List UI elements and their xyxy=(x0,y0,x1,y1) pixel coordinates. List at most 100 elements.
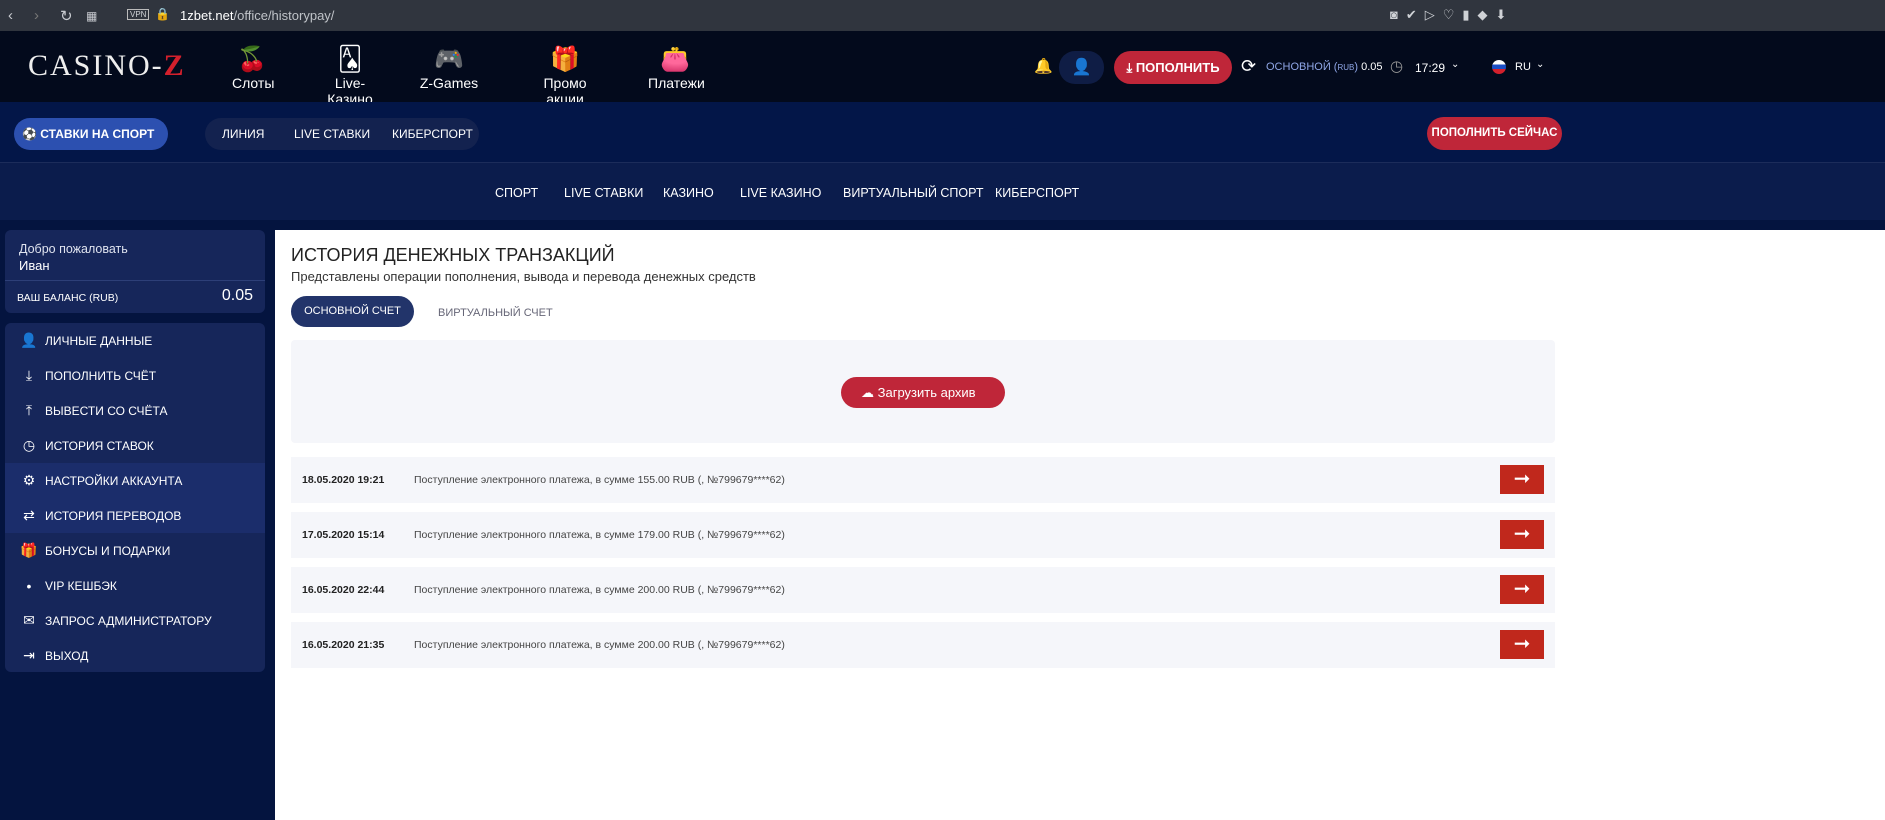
sidebar-item-label: ИСТОРИЯ СТАВОК xyxy=(45,438,154,453)
account-menu: 👤 ЛИЧНЫЕ ДАННЫЕ ⤓ ПОПОЛНИТЬ СЧЁТ ⤒ ВЫВЕСТИ СО… xyxy=(5,323,265,672)
nav-slots[interactable]: 🍒 Слоты xyxy=(232,45,274,91)
secondary-nav: СПОРТ LIVE СТАВКИ КАЗИНО LIVE КАЗИНО ВИР… xyxy=(0,163,1885,220)
sidebar-item[interactable]: ⤒ ВЫВЕСТИ СО СЧЁТА xyxy=(5,393,265,428)
nav-live-casino[interactable]: LIVE КАЗИНО xyxy=(740,186,821,200)
nav-casino[interactable]: КАЗИНО xyxy=(663,186,714,200)
url-domain: 1zbet.net xyxy=(180,8,234,23)
back-icon[interactable]: ‹ xyxy=(8,7,13,24)
sport-tabs: ЛИНИЯ LIVE СТАВКИ КИБЕРСПОРТ xyxy=(205,118,479,150)
nav-live-bets[interactable]: LIVE СТАВКИ xyxy=(564,186,643,200)
sidebar-item[interactable]: ✉ ЗАПРОС АДМИНИСТРАТОРУ xyxy=(5,603,265,638)
transaction-description: Поступление электронного платежа, в сумм… xyxy=(414,529,785,541)
sidebar-item[interactable]: • VIP КЕШБЭК xyxy=(5,568,265,603)
welcome-card: Добро пожаловать Иван ВАШ БАЛАНС (RUB) 0… xyxy=(5,230,265,313)
nav-payments[interactable]: 👛 Платежи xyxy=(648,45,705,91)
cherry-icon: 🍒 xyxy=(237,46,267,73)
vpn-badge[interactable]: VPN xyxy=(127,9,150,20)
bell-icon[interactable]: 🔔 xyxy=(1034,57,1053,75)
paren: ) xyxy=(1354,61,1359,73)
sidebar-item-label: ВЫВЕСТИ СО СЧЁТА xyxy=(45,403,168,418)
sidebar-item-label: ПОПОЛНИТЬ СЧЁТ xyxy=(45,368,157,383)
nav-virtual-sport[interactable]: ВИРТУАЛЬНЫЙ СПОРТ xyxy=(843,186,984,200)
transaction-row: 16.05.2020 21:35 Поступление электронного… xyxy=(291,622,1555,668)
gamepad-icon: 🎮 xyxy=(434,46,464,73)
russia-flag-icon[interactable] xyxy=(1492,60,1506,74)
tab-live-bets[interactable]: LIVE СТАВКИ xyxy=(294,118,370,150)
arrow-right-icon: ➞ xyxy=(1513,578,1531,600)
nav-esports[interactable]: КИБЕРСПОРТ xyxy=(995,186,1079,200)
menu-icon: ⇄ xyxy=(23,507,35,523)
sidebar-item-label: НАСТРОЙКИ АККАУНТА xyxy=(45,473,183,488)
user-name: Иван xyxy=(19,258,50,273)
extension-icons[interactable]: ◙✔▷♡▮◆⬇ xyxy=(1390,7,1514,23)
balance-value: 0.05 xyxy=(221,287,253,304)
menu-icon: ⇥ xyxy=(23,647,35,663)
transaction-row: 17.05.2020 15:14 Поступление электронного… xyxy=(291,512,1555,558)
currency: RUB xyxy=(1337,63,1355,72)
user-icon: 👤 xyxy=(1071,59,1092,76)
nav-sport[interactable]: СПОРТ xyxy=(495,186,538,200)
account-balance[interactable]: ОСНОВНОЙ (RUB) 0.05 xyxy=(1266,61,1383,73)
browser-toolbar: ‹ › ↻ ▦ VPN 🔒 1zbet.net/office/historypa… xyxy=(0,0,1885,31)
tab-main-account[interactable]: ОСНОВНОЙ СЧЕТ xyxy=(291,296,414,327)
menu-icon: • xyxy=(26,577,32,594)
cards-icon: 🂡 xyxy=(337,46,363,73)
sidebar-item[interactable]: ⤓ ПОПОЛНИТЬ СЧЁТ xyxy=(5,358,265,393)
chevron-down-icon[interactable]: ⌄ xyxy=(1536,59,1544,70)
nav-z-games[interactable]: 🎮 Z-Games xyxy=(416,45,482,91)
sidebar-item[interactable]: ◷ ИСТОРИЯ СТАВОК xyxy=(5,428,265,463)
transaction-row: 16.05.2020 22:44 Поступление электронного… xyxy=(291,567,1555,613)
menu-icon: ⤒ xyxy=(25,402,33,418)
grid-icon[interactable]: ▦ xyxy=(86,9,97,23)
nav-promo[interactable]: 🎁 Промо акции xyxy=(523,45,607,107)
chevron-down-icon[interactable]: ⌄ xyxy=(1451,59,1459,70)
sidebar-item-label: ВЫХОД xyxy=(45,648,89,663)
sidebar-item-label: ЛИЧНЫЕ ДАННЫЕ xyxy=(45,333,153,348)
transaction-description: Поступление электронного платежа, в сумм… xyxy=(414,639,785,651)
tab-virtual-account[interactable]: ВИРТУАЛЬНЫЙ СЧЕТ xyxy=(438,307,553,319)
menu-icon: ⤓ xyxy=(25,367,33,383)
reload-icon[interactable]: ↻ xyxy=(60,7,73,25)
forward-icon[interactable]: › xyxy=(34,7,39,24)
address-bar[interactable]: 1zbet.net/office/historypay/ xyxy=(180,8,334,23)
cloud-download-icon: ☁ xyxy=(861,385,878,400)
sidebar-item[interactable]: ⇥ ВЫХОД xyxy=(5,638,265,672)
transaction-date: 18.05.2020 19:21 xyxy=(302,474,385,486)
tab-line[interactable]: ЛИНИЯ xyxy=(222,118,264,150)
clock-icon: ◷ xyxy=(1390,58,1404,75)
menu-icon: 🎁 xyxy=(20,542,38,558)
sidebar-item[interactable]: 👤 ЛИЧНЫЕ ДАННЫЕ xyxy=(5,323,265,358)
refresh-icon[interactable]: ⟳ xyxy=(1241,56,1256,77)
transaction-date: 16.05.2020 21:35 xyxy=(302,639,385,651)
balance-label: ВАШ БАЛАНС (RUB) xyxy=(17,292,119,304)
nav-live-casino[interactable]: 🂡 Live-Казино xyxy=(313,45,387,107)
download-label: Загрузить архив xyxy=(877,385,976,400)
transaction-description: Поступление электронного платежа, в сумм… xyxy=(414,474,785,486)
sidebar-item-label: ИСТОРИЯ ПЕРЕВОДОВ xyxy=(45,508,182,523)
sidebar-item-label: ЗАПРОС АДМИНИСТРАТОРУ xyxy=(45,613,212,628)
profile-button[interactable]: 👤 xyxy=(1059,51,1104,84)
download-icon: ⤓ xyxy=(1126,60,1136,75)
account-label: ОСНОВНОЙ ( xyxy=(1266,61,1338,73)
language-selector[interactable]: RU xyxy=(1515,61,1531,73)
menu-icon: ◷ xyxy=(22,437,36,453)
details-arrow-button[interactable]: ➞ xyxy=(1500,465,1544,494)
soccer-ball-icon: ⚽ xyxy=(22,127,41,141)
sidebar-item[interactable]: 🎁 БОНУСЫ И ПОДАРКИ xyxy=(5,533,265,568)
sport-bets-label: СТАВКИ НА СПОРТ xyxy=(40,127,155,141)
sidebar-item[interactable]: ⇄ ИСТОРИЯ ПЕРЕВОДОВ xyxy=(5,498,265,533)
casino-z-logo[interactable]: CASINO-Z xyxy=(28,49,186,83)
deposit-now-button[interactable]: ПОПОЛНИТЬ СЕЙЧАС xyxy=(1427,117,1562,150)
details-arrow-button[interactable]: ➞ xyxy=(1500,630,1544,659)
sport-bets-button[interactable]: ⚽ СТАВКИ НА СПОРТ xyxy=(14,118,168,150)
deposit-button[interactable]: ⤓ ПОПОЛНИТЬ xyxy=(1114,51,1232,84)
sidebar-item[interactable]: ⚙ НАСТРОЙКИ АККАУНТА xyxy=(5,463,265,498)
balance-value: 0.05 xyxy=(1361,61,1383,73)
download-archive-button[interactable]: ☁ Загрузить архив xyxy=(841,377,1005,408)
tab-esports[interactable]: КИБЕРСПОРТ xyxy=(392,118,473,150)
details-arrow-button[interactable]: ➞ xyxy=(1500,575,1544,604)
wallet-icon: 👛 xyxy=(660,46,690,73)
time-display: 17:29 xyxy=(1415,61,1446,75)
details-arrow-button[interactable]: ➞ xyxy=(1500,520,1544,549)
site-header: CASINO-Z 🍒 Слоты 🂡 Live-Казино 🎮 Z-Games 🎁 П… xyxy=(0,31,1885,107)
